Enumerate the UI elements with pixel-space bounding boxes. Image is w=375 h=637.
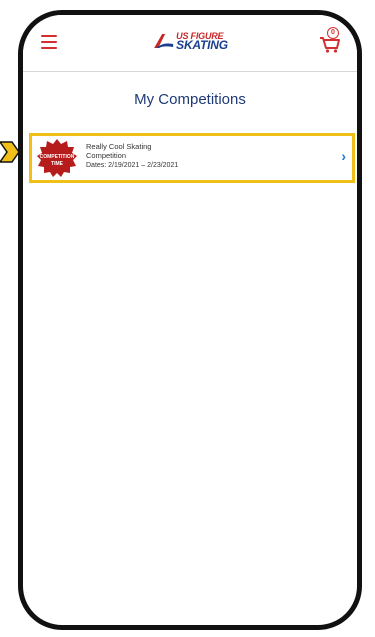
pointer-arrow-icon — [0, 141, 20, 163]
hamburger-menu-icon[interactable] — [41, 35, 57, 49]
skater-logo-icon — [154, 34, 174, 48]
competition-list-item[interactable]: COMPETITION TIME Really Cool Skating Com… — [29, 133, 355, 183]
phone-frame: US FIGURE SKATING 0 My Competitions COMP… — [18, 10, 362, 630]
page-title: My Competitions — [134, 91, 246, 108]
logo-bottom-text: SKATING — [176, 38, 228, 52]
shopping-cart-icon — [320, 37, 340, 53]
competition-dates: Dates: 2/19/2021 – 2/23/2021 — [86, 162, 179, 169]
competition-time-badge-icon: COMPETITION TIME — [37, 139, 77, 177]
us-figure-skating-logo: US FIGURE SKATING — [152, 32, 228, 52]
chevron-right-icon[interactable]: › — [341, 148, 346, 164]
competition-name: Really Cool Skating Competition — [86, 142, 152, 160]
svg-text:COMPETITION: COMPETITION — [40, 154, 75, 160]
cart-button[interactable]: 0 — [319, 27, 341, 53]
app-header: US FIGURE SKATING 0 — [23, 15, 357, 72]
svg-text:TIME: TIME — [51, 161, 64, 167]
